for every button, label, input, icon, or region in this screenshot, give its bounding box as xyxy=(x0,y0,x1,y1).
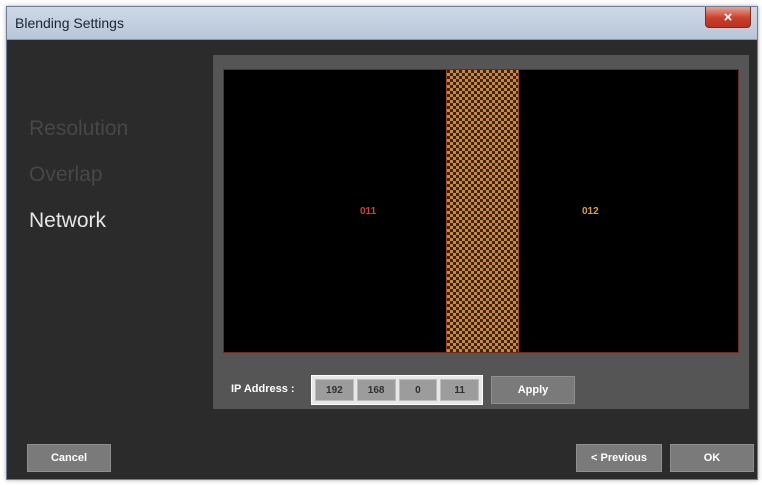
screen1-label: 011 xyxy=(360,206,377,217)
ip-octet-3-input[interactable]: 0 xyxy=(398,379,438,401)
apply-button[interactable]: Apply xyxy=(491,376,575,404)
network-settings-panel: 011 012 IP Address : 192 168 0 11 Apply xyxy=(213,55,749,409)
title-bar: Blending Settings × xyxy=(7,7,757,40)
blending-preview: 011 012 xyxy=(223,69,739,353)
overlap-region xyxy=(446,70,519,352)
nav-item-overlap[interactable]: Overlap xyxy=(29,163,103,187)
ip-address-field: 192 168 0 11 xyxy=(311,375,483,405)
ip-octet-1-input[interactable]: 192 xyxy=(315,379,354,401)
nav-item-network[interactable]: Network xyxy=(29,209,106,233)
previous-button[interactable]: < Previous xyxy=(576,444,662,472)
ok-button[interactable]: OK xyxy=(670,444,754,472)
screen2-label: 012 xyxy=(582,206,599,217)
blending-settings-dialog: Blending Settings × Resolution Overlap N… xyxy=(6,6,758,480)
ip-octet-4-input[interactable]: 11 xyxy=(440,379,479,401)
close-icon: × xyxy=(723,8,733,26)
window-title: Blending Settings xyxy=(15,15,124,31)
cancel-button[interactable]: Cancel xyxy=(27,444,111,472)
close-button[interactable]: × xyxy=(705,7,751,28)
ip-address-label: IP Address : xyxy=(231,383,295,395)
nav-item-resolution[interactable]: Resolution xyxy=(29,117,128,141)
ip-octet-2-input[interactable]: 168 xyxy=(356,379,396,401)
